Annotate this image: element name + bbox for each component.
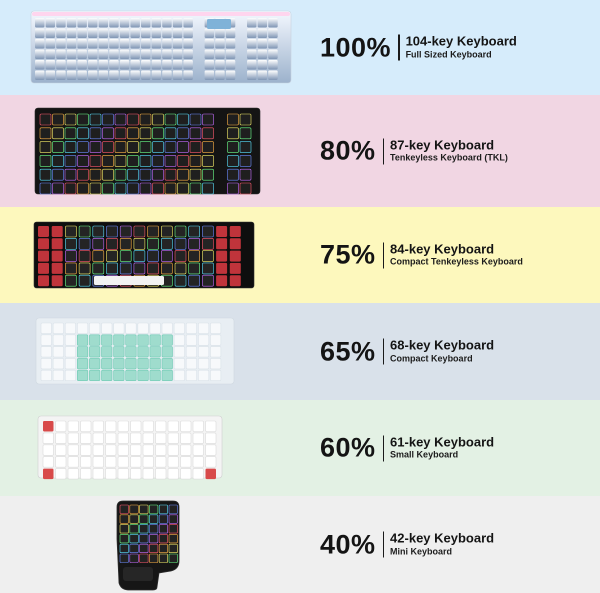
size-percent: 80% bbox=[320, 135, 376, 166]
label-divider bbox=[382, 138, 385, 164]
size-description: Mini Keyboard bbox=[390, 546, 453, 557]
label-divider bbox=[382, 338, 385, 365]
row-60-percent: 60% 61-key Keyboard Small Keyboard bbox=[0, 400, 600, 496]
size-label: 40% 42-key Keyboard Mini Keyboard bbox=[320, 531, 494, 558]
size-description: Compact Keyboard bbox=[390, 353, 473, 364]
keyboard-icon bbox=[37, 415, 223, 480]
keyboard-icon bbox=[35, 317, 235, 385]
size-description: Full Sized Keyboard bbox=[405, 49, 492, 60]
size-label: 75% 84-key Keyboard Compact Tenkeyless K… bbox=[320, 239, 523, 270]
row-100-percent: 100% 104-key Keyboard Full Sized Keyboar… bbox=[0, 0, 600, 95]
row-75-percent: 75% 84-key Keyboard Compact Tenkeyless K… bbox=[0, 207, 600, 303]
size-label: 80% 87-key Keyboard Tenkeyless Keyboard … bbox=[320, 135, 508, 166]
size-label: 100% 104-key Keyboard Full Sized Keyboar… bbox=[320, 34, 517, 61]
keyboard-icon bbox=[34, 107, 261, 195]
compact-keyboard-image bbox=[0, 303, 300, 400]
size-percent: 65% bbox=[320, 336, 376, 366]
key-count: 104-key Keyboard bbox=[405, 33, 517, 49]
row-80-percent: 80% 87-key Keyboard Tenkeyless Keyboard … bbox=[0, 95, 600, 207]
size-percent: 75% bbox=[320, 239, 376, 270]
key-count: 84-key Keyboard bbox=[390, 241, 495, 257]
label-divider bbox=[382, 435, 385, 461]
key-count: 87-key Keyboard bbox=[390, 137, 495, 153]
size-description: Compact Tenkeyless Keyboard bbox=[390, 256, 523, 267]
row-40-percent: 40% 42-key Keyboard Mini Keyboard bbox=[0, 496, 600, 593]
label-divider bbox=[398, 34, 400, 61]
keyboard-icon bbox=[33, 221, 255, 289]
row-65-percent: 65% 68-key Keyboard Compact Keyboard bbox=[0, 303, 600, 400]
size-percent: 100% bbox=[320, 32, 392, 62]
key-count: 61-key Keyboard bbox=[390, 434, 495, 450]
one-hand-keyboard-icon bbox=[116, 500, 180, 591]
size-percent: 40% bbox=[320, 529, 376, 559]
full-size-keyboard-image bbox=[0, 0, 300, 95]
keyboard-icon bbox=[30, 10, 292, 84]
size-description: Small Keyboard bbox=[390, 449, 459, 460]
mini-keyboard-image bbox=[0, 496, 300, 593]
size-percent: 60% bbox=[320, 432, 376, 463]
compact-tkl-keyboard-image bbox=[0, 207, 300, 303]
keyboard-size-guide: 100% 104-key Keyboard Full Sized Keyboar… bbox=[0, 0, 600, 593]
small-keyboard-image bbox=[0, 400, 300, 496]
label-divider bbox=[382, 242, 385, 268]
key-count: 42-key Keyboard bbox=[390, 530, 495, 546]
tkl-keyboard-image bbox=[0, 95, 300, 207]
key-count: 68-key Keyboard bbox=[390, 337, 495, 353]
size-description: Tenkeyless Keyboard (TKL) bbox=[390, 152, 508, 163]
label-divider bbox=[382, 531, 385, 558]
size-label: 60% 61-key Keyboard Small Keyboard bbox=[320, 432, 495, 463]
size-label: 65% 68-key Keyboard Compact Keyboard bbox=[320, 338, 494, 365]
